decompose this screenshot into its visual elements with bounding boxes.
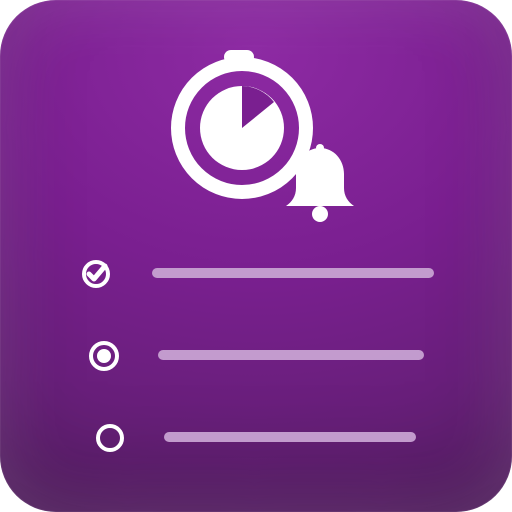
list-item-bar-2 (158, 350, 424, 360)
bell-icon (286, 144, 354, 222)
list-item-bar-1 (152, 268, 434, 278)
app-icon (0, 0, 512, 512)
stopwatch-dial (200, 86, 284, 170)
stopwatch-crown (224, 50, 254, 64)
list-item-bar-3 (164, 432, 416, 442)
stopwatch-ring (171, 57, 313, 199)
radio-selected-icon (89, 341, 119, 371)
stopwatch-wedge (242, 86, 274, 128)
checkbox-checked-icon (82, 260, 110, 288)
radio-unselected-icon (96, 424, 124, 452)
